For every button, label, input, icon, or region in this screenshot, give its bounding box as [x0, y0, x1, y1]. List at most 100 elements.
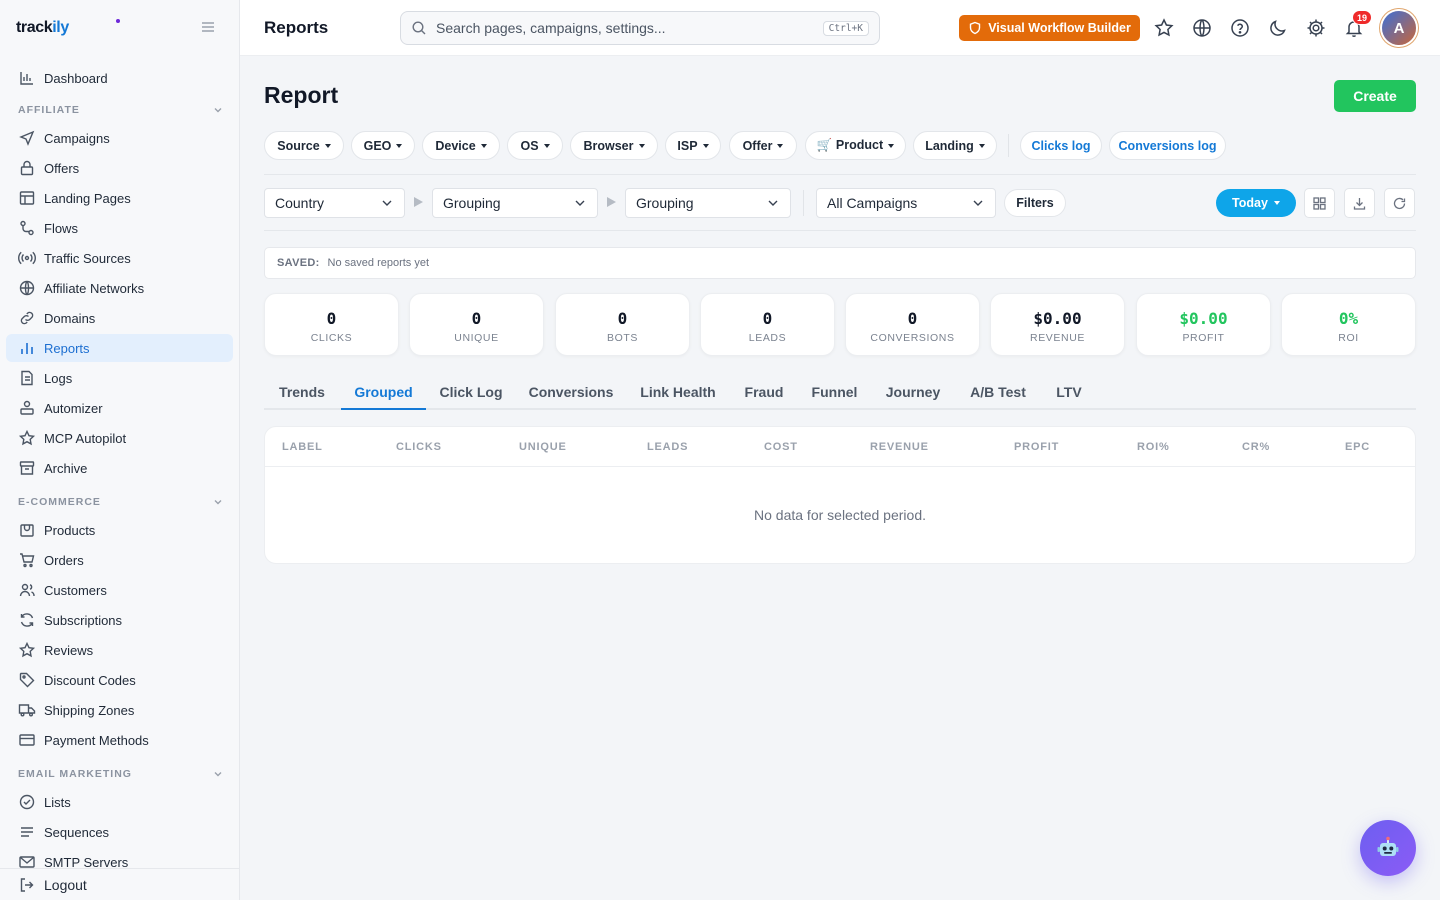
conversions-log-link[interactable]: Conversions log	[1109, 131, 1226, 160]
sidebar-item-discount-codes[interactable]: Discount Codes	[6, 666, 233, 694]
select-value: All Campaigns	[827, 195, 918, 211]
refresh-button[interactable]	[1384, 188, 1415, 218]
sidebar-item-flows[interactable]: Flows	[6, 214, 233, 242]
clicks-log-link[interactable]: Clicks log	[1020, 131, 1102, 160]
sidebar-item-shipping-zones[interactable]: Shipping Zones	[6, 696, 233, 724]
column-header-profit[interactable]: PROFIT	[1014, 441, 1059, 453]
column-header-leads[interactable]: LEADS	[647, 441, 688, 453]
stat-value: $0.00	[1179, 309, 1228, 328]
logout-button[interactable]: Logout	[0, 868, 239, 900]
gear-icon[interactable]	[1305, 17, 1327, 39]
stat-card-clicks: 0 CLICKS	[264, 293, 399, 356]
sidebar-item-subscriptions[interactable]: Subscriptions	[6, 606, 233, 634]
sidebar-item-mcp-autopilot[interactable]: MCP Autopilot	[6, 424, 233, 452]
tab-conversions[interactable]: Conversions	[516, 384, 626, 410]
avatar[interactable]: A	[1382, 11, 1416, 45]
create-button[interactable]: Create	[1334, 80, 1416, 112]
stat-card-unique: 0 UNIQUE	[409, 293, 544, 356]
sidebar-item-label: Shipping Zones	[44, 702, 135, 718]
sidebar-item-products[interactable]: Products	[6, 516, 233, 544]
filter-chip-isp[interactable]: ISP	[665, 131, 721, 160]
credit-card-icon	[19, 734, 35, 746]
column-header-epc[interactable]: EPC	[1345, 441, 1370, 453]
caret-down-icon	[638, 143, 645, 148]
filter-chip-os[interactable]: OS	[507, 131, 563, 160]
tab-journey[interactable]: Journey	[871, 384, 955, 410]
tab-funnel[interactable]: Funnel	[799, 384, 870, 410]
section-email-marketing[interactable]: EMAIL MARKETING	[18, 768, 224, 780]
assistant-button[interactable]	[1360, 820, 1416, 876]
sidebar-item-sequences[interactable]: Sequences	[6, 818, 233, 846]
app-logo[interactable]: trackily	[16, 19, 69, 37]
filter-chip-product[interactable]: 🛒 Product	[805, 131, 906, 160]
column-header-cost[interactable]: COST	[764, 441, 798, 453]
column-header-clicks[interactable]: CLICKS	[396, 441, 442, 453]
sidebar-item-affiliate-networks[interactable]: Affiliate Networks	[6, 274, 233, 302]
help-icon[interactable]	[1229, 17, 1251, 39]
cart-icon	[20, 553, 35, 568]
column-header-roi[interactable]: ROI%	[1137, 441, 1170, 453]
sidebar-item-landing-pages[interactable]: Landing Pages	[6, 184, 233, 212]
search-input[interactable]: Search pages, campaigns, settings... Ctr…	[400, 11, 880, 45]
date-range-button[interactable]: Today	[1216, 189, 1296, 217]
campaign-select[interactable]: All Campaigns	[816, 188, 996, 218]
users-icon	[19, 583, 35, 597]
tab-grouped[interactable]: Grouped	[341, 384, 426, 410]
sidebar-item-automizer[interactable]: Automizer	[6, 394, 233, 422]
sidebar-item-offers[interactable]: Offers	[6, 154, 233, 182]
column-header-revenue[interactable]: REVENUE	[870, 441, 929, 453]
section-affiliate[interactable]: AFFILIATE	[18, 104, 224, 116]
star-icon[interactable]	[1153, 17, 1175, 39]
divider	[264, 230, 1416, 231]
stat-value: 0	[326, 309, 337, 328]
filter-chip-device[interactable]: Device	[422, 131, 500, 160]
filter-chip-source[interactable]: Source	[264, 131, 344, 160]
column-header-cr[interactable]: CR%	[1242, 441, 1270, 453]
sidebar-item-domains[interactable]: Domains	[6, 304, 233, 332]
sidebar-item-orders[interactable]: Orders	[6, 546, 233, 574]
sidebar-item-reports[interactable]: Reports	[6, 334, 233, 362]
grouping-select-2[interactable]: Grouping	[432, 188, 598, 218]
tab-link-health[interactable]: Link Health	[627, 384, 729, 410]
tab-ab-test[interactable]: A/B Test	[956, 384, 1040, 410]
tab-ltv[interactable]: LTV	[1041, 384, 1097, 410]
column-header-unique[interactable]: UNIQUE	[519, 441, 567, 453]
grouping-select-1[interactable]: Country	[264, 188, 405, 218]
sidebar-item-label: Flows	[44, 220, 78, 236]
sidebar-item-payment-methods[interactable]: Payment Methods	[6, 726, 233, 754]
arrow-right-icon	[607, 197, 616, 207]
globe-icon[interactable]	[1191, 17, 1213, 39]
sidebar-item-archive[interactable]: Archive	[6, 454, 233, 482]
tab-click-log[interactable]: Click Log	[426, 384, 516, 410]
filters-button[interactable]: Filters	[1004, 189, 1066, 217]
sidebar-item-campaigns[interactable]: Campaigns	[6, 124, 233, 152]
sidebar-item-customers[interactable]: Customers	[6, 576, 233, 604]
flow-icon	[20, 220, 34, 236]
grid-view-button[interactable]	[1304, 188, 1335, 218]
moon-icon[interactable]	[1267, 17, 1289, 39]
workflow-button-label: Visual Workflow Builder	[988, 21, 1131, 35]
search-shortcut: Ctrl+K	[822, 20, 869, 36]
sidebar-item-logs[interactable]: Logs	[6, 364, 233, 392]
broadcast-icon	[18, 251, 36, 265]
filter-chip-browser[interactable]: Browser	[570, 131, 658, 160]
filter-chip-landing[interactable]: Landing	[913, 131, 997, 160]
tab-fraud[interactable]: Fraud	[730, 384, 798, 410]
sidebar-item-reviews[interactable]: Reviews	[6, 636, 233, 664]
chip-label: GEO	[363, 138, 392, 153]
logo-text-left: track	[16, 19, 53, 36]
section-ecommerce[interactable]: E-COMMERCE	[18, 496, 224, 508]
tab-trends[interactable]: Trends	[264, 384, 340, 410]
sidebar-item-lists[interactable]: Lists	[6, 788, 233, 816]
sidebar-item-traffic-sources[interactable]: Traffic Sources	[6, 244, 233, 272]
sidebar-item-label: Reviews	[44, 642, 94, 658]
menu-icon[interactable]	[199, 18, 217, 36]
sidebar-item-label: Automizer	[44, 400, 103, 416]
column-header-label[interactable]: LABEL	[282, 441, 323, 453]
filter-chip-geo[interactable]: GEO	[351, 131, 415, 160]
download-button[interactable]	[1344, 188, 1375, 218]
sidebar-item-dashboard[interactable]: Dashboard	[6, 64, 233, 92]
grouping-select-3[interactable]: Grouping	[625, 188, 791, 218]
filter-chip-offer[interactable]: Offer	[729, 131, 797, 160]
visual-workflow-builder-button[interactable]: Visual Workflow Builder	[959, 15, 1140, 41]
